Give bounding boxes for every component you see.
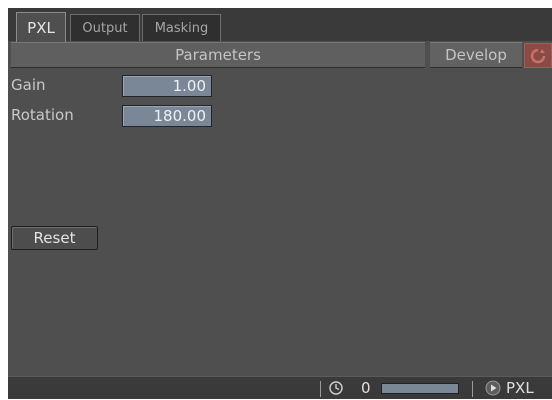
- tab-bar: PXL Output Masking: [8, 8, 552, 42]
- mode-label: PXL: [506, 379, 534, 397]
- rotation-label: Rotation: [11, 106, 74, 124]
- tab-masking[interactable]: Masking: [142, 14, 221, 41]
- rotation-field[interactable]: 180.00: [122, 105, 212, 127]
- develop-button[interactable]: Develop: [430, 42, 522, 68]
- gain-field[interactable]: 1.00: [122, 75, 212, 97]
- status-separator: [320, 381, 321, 397]
- pxl-panel: PXL Output Masking Parameters Develop Ga…: [8, 8, 552, 399]
- tab-pxl[interactable]: PXL: [16, 12, 66, 42]
- develop-refresh-icon[interactable]: [524, 43, 552, 68]
- tab-output[interactable]: Output: [70, 14, 140, 41]
- parameters-header: Parameters: [11, 42, 425, 68]
- reset-button[interactable]: Reset: [11, 226, 98, 250]
- gain-label: Gain: [11, 76, 46, 94]
- clock-icon: [328, 380, 344, 400]
- status-bar: 0 PXL: [8, 376, 552, 399]
- progress-bar: [381, 383, 459, 394]
- play-icon[interactable]: [485, 380, 501, 400]
- frame-counter: 0: [361, 379, 371, 397]
- status-separator: [472, 381, 473, 397]
